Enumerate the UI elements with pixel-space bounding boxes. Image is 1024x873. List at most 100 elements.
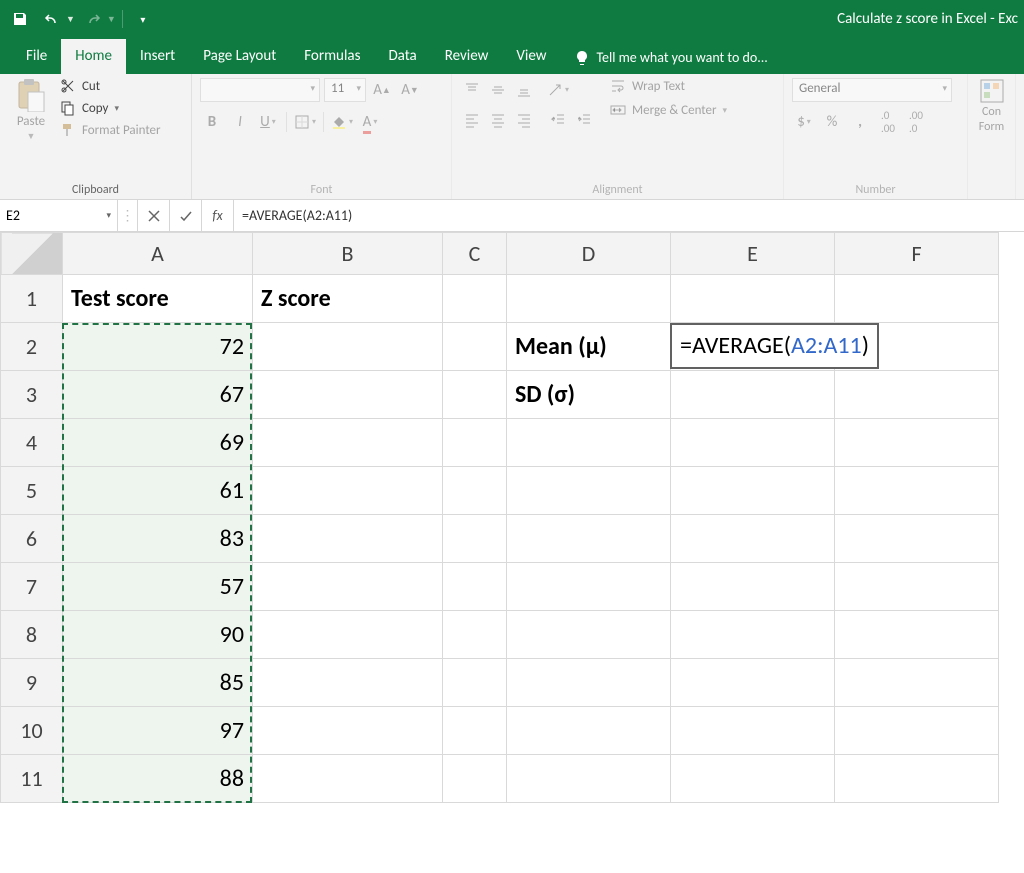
cell-F9[interactable]	[835, 659, 999, 707]
cell-B8[interactable]	[253, 611, 443, 659]
name-box[interactable]: E2	[0, 200, 118, 231]
cell-D4[interactable]	[507, 419, 671, 467]
percent-format-button[interactable]: %	[820, 110, 844, 134]
cell-A10[interactable]: 97	[63, 707, 253, 755]
row-header-9[interactable]: 9	[1, 659, 63, 707]
cell-F4[interactable]	[835, 419, 999, 467]
cell-E7[interactable]	[671, 563, 835, 611]
align-right-button[interactable]	[512, 108, 536, 132]
cell-D2[interactable]: Mean (μ)	[507, 323, 671, 371]
cell-D7[interactable]	[507, 563, 671, 611]
row-header-2[interactable]: 2	[1, 323, 63, 371]
cut-button[interactable]: Cut	[60, 78, 161, 94]
tab-home[interactable]: Home	[61, 39, 126, 74]
cell-E9[interactable]	[671, 659, 835, 707]
row-header-6[interactable]: 6	[1, 515, 63, 563]
cell-E6[interactable]	[671, 515, 835, 563]
cell-B6[interactable]	[253, 515, 443, 563]
cancel-formula-button[interactable]	[138, 200, 170, 231]
cell-B7[interactable]	[253, 563, 443, 611]
comma-format-button[interactable]: ,	[848, 110, 872, 134]
italic-button[interactable]: I	[228, 110, 252, 134]
align-top-button[interactable]	[460, 78, 484, 102]
bold-button[interactable]: B	[200, 110, 224, 134]
undo-dropdown[interactable]: ▼	[66, 14, 75, 25]
customize-qat-button[interactable]: ▾	[129, 5, 157, 33]
cell-C8[interactable]	[443, 611, 507, 659]
paste-button[interactable]: Paste ▼	[8, 78, 54, 181]
cell-B5[interactable]	[253, 467, 443, 515]
cell-A9[interactable]: 85	[63, 659, 253, 707]
cell-A1[interactable]: Test score	[63, 275, 253, 323]
cell-D6[interactable]	[507, 515, 671, 563]
fill-color-button[interactable]	[330, 110, 354, 134]
cell-D8[interactable]	[507, 611, 671, 659]
cell-C10[interactable]	[443, 707, 507, 755]
orientation-button[interactable]	[546, 78, 570, 102]
spreadsheet-grid[interactable]: A B C D E F 1 Test score Z score 2 72 Me…	[0, 232, 1024, 803]
tab-formulas[interactable]: Formulas	[290, 39, 374, 74]
cell-A3[interactable]: 67	[63, 371, 253, 419]
decrease-decimal-button[interactable]: .00.0	[904, 110, 928, 134]
cell-D5[interactable]	[507, 467, 671, 515]
row-header-8[interactable]: 8	[1, 611, 63, 659]
cell-E8[interactable]	[671, 611, 835, 659]
increase-font-button[interactable]: A▲	[370, 78, 394, 102]
redo-button[interactable]	[79, 5, 107, 33]
cell-F11[interactable]	[835, 755, 999, 803]
enter-formula-button[interactable]	[170, 200, 202, 231]
cell-editor[interactable]: =AVERAGE(A2:A11)	[670, 323, 879, 369]
col-header-D[interactable]: D	[507, 233, 671, 275]
cell-F1[interactable]	[835, 275, 999, 323]
tell-me-search[interactable]: Tell me what you want to do...	[560, 41, 781, 74]
formula-bar-splitter[interactable]: ⋮	[118, 200, 138, 231]
cell-F7[interactable]	[835, 563, 999, 611]
save-button[interactable]	[6, 5, 34, 33]
cell-E1[interactable]	[671, 275, 835, 323]
cell-C6[interactable]	[443, 515, 507, 563]
borders-button[interactable]	[293, 110, 317, 134]
cell-A2[interactable]: 72	[63, 323, 253, 371]
increase-indent-button[interactable]	[572, 108, 596, 132]
tab-view[interactable]: View	[502, 39, 560, 74]
cell-A7[interactable]: 57	[63, 563, 253, 611]
cell-D1[interactable]	[507, 275, 671, 323]
col-header-E[interactable]: E	[671, 233, 835, 275]
col-header-B[interactable]: B	[253, 233, 443, 275]
copy-button[interactable]: Copy ▾	[60, 100, 161, 116]
accounting-format-button[interactable]: $	[792, 110, 816, 134]
row-header-5[interactable]: 5	[1, 467, 63, 515]
cell-F3[interactable]	[835, 371, 999, 419]
tab-review[interactable]: Review	[431, 39, 503, 74]
decrease-font-button[interactable]: A▼	[398, 78, 422, 102]
cell-A8[interactable]: 90	[63, 611, 253, 659]
cell-F8[interactable]	[835, 611, 999, 659]
col-header-C[interactable]: C	[443, 233, 507, 275]
cell-C7[interactable]	[443, 563, 507, 611]
decrease-indent-button[interactable]	[546, 108, 570, 132]
font-color-button[interactable]: A	[358, 110, 382, 134]
fx-label[interactable]: fx	[202, 200, 234, 231]
tab-page-layout[interactable]: Page Layout	[189, 39, 290, 74]
cell-C5[interactable]	[443, 467, 507, 515]
row-header-3[interactable]: 3	[1, 371, 63, 419]
cell-F6[interactable]	[835, 515, 999, 563]
cell-C9[interactable]	[443, 659, 507, 707]
format-painter-button[interactable]: Format Painter	[60, 122, 161, 138]
align-bottom-button[interactable]	[512, 78, 536, 102]
align-middle-button[interactable]	[486, 78, 510, 102]
cell-C3[interactable]	[443, 371, 507, 419]
cell-D3[interactable]: SD (σ)	[507, 371, 671, 419]
tab-file[interactable]: File	[12, 39, 61, 74]
cell-D10[interactable]	[507, 707, 671, 755]
cell-E10[interactable]	[671, 707, 835, 755]
row-header-11[interactable]: 11	[1, 755, 63, 803]
col-header-F[interactable]: F	[835, 233, 999, 275]
undo-button[interactable]	[38, 5, 66, 33]
cell-E11[interactable]	[671, 755, 835, 803]
cell-A4[interactable]: 69	[63, 419, 253, 467]
cell-A11[interactable]: 88	[63, 755, 253, 803]
cell-B2[interactable]	[253, 323, 443, 371]
cell-D11[interactable]	[507, 755, 671, 803]
font-name-combo[interactable]	[200, 78, 320, 102]
